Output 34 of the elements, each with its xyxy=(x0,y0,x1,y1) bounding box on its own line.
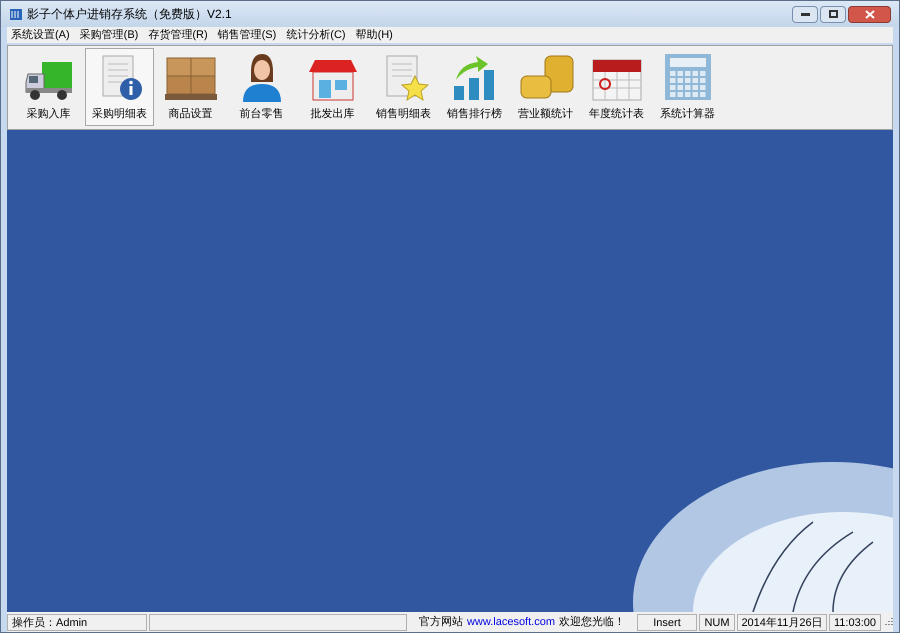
menu-item[interactable]: 帮助(H) xyxy=(356,26,393,44)
calculator-icon xyxy=(662,52,712,102)
website-label: 官方网站 xyxy=(418,614,463,630)
minimize-button[interactable] xyxy=(792,6,818,22)
toolbar-button[interactable]: 年度统计表 xyxy=(582,48,651,126)
operator-label: 操作员：Admin xyxy=(7,614,147,630)
menu-item[interactable]: 存货管理(R) xyxy=(148,26,208,44)
toolbar-button[interactable]: 采购明细表 xyxy=(85,48,154,126)
status-time: 11:03:00 xyxy=(829,614,881,630)
menu-item[interactable]: 统计分析(C) xyxy=(286,26,346,44)
toolbar-button[interactable]: 营业额统计 xyxy=(511,48,580,126)
menu-item[interactable]: 采购管理(B) xyxy=(80,26,138,44)
welcome-text: 欢迎您光临！ xyxy=(559,614,626,630)
minimize-icon xyxy=(800,12,810,16)
resize-grip-icon xyxy=(883,617,893,627)
toolbar-button[interactable]: 前台零售 xyxy=(227,48,296,126)
close-button[interactable] xyxy=(848,6,891,22)
insert-indicator: Insert xyxy=(637,614,697,630)
website-link[interactable]: www.lacesoft.com xyxy=(466,614,556,630)
window-title: 影子个体户进销存系统（免费版）V2.1 xyxy=(27,6,232,23)
restore-icon xyxy=(828,10,838,18)
menu-item[interactable]: 销售管理(S) xyxy=(218,26,276,44)
toolbar-button[interactable]: 销售明细表 xyxy=(369,48,438,126)
toolbar-button[interactable]: 批发出库 xyxy=(298,48,367,126)
num-indicator: NUM xyxy=(699,614,735,630)
status-date: 2014年11月26日 xyxy=(737,614,827,630)
toolbar-button[interactable]: 销售排行榜 xyxy=(440,48,509,126)
toolbar-button[interactable]: 采购入库 xyxy=(14,48,83,126)
toolbar-button[interactable]: 系统计算器 xyxy=(653,48,722,126)
app-icon xyxy=(9,7,23,21)
close-icon xyxy=(864,10,874,18)
restore-button[interactable] xyxy=(820,6,846,22)
menu-item[interactable]: 系统设置(A) xyxy=(11,26,70,44)
toolbar-button[interactable]: 商品设置 xyxy=(156,48,225,126)
